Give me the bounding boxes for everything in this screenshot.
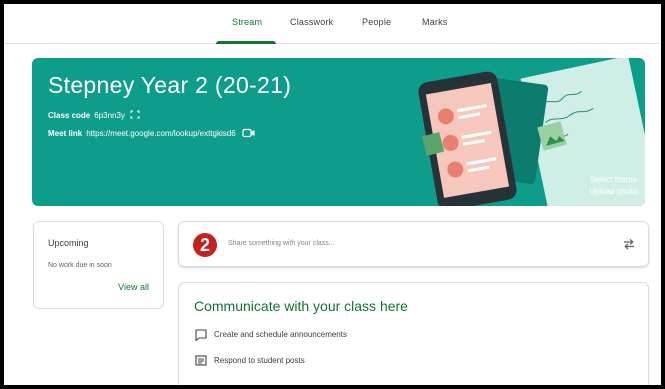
fullscreen-icon[interactable] bbox=[130, 110, 140, 119]
tab-people[interactable]: People bbox=[362, 17, 391, 27]
share-input[interactable]: Share something with your class... bbox=[228, 240, 335, 247]
communicate-card: Communicate with your class here Create … bbox=[178, 282, 649, 385]
class-code-row: Class code 6p3nn3y bbox=[48, 110, 140, 120]
tab-bar: Stream Classwork People Marks bbox=[4, 4, 661, 44]
classroom-page: Stream Classwork People Marks Stepney Ye… bbox=[4, 4, 661, 385]
tab-stream[interactable]: Stream bbox=[232, 17, 262, 27]
upload-photo-link[interactable]: Upload photo bbox=[589, 187, 637, 196]
avatar: 2 bbox=[193, 233, 217, 257]
upcoming-title: Upcoming bbox=[48, 238, 89, 248]
communicate-title: Communicate with your class here bbox=[194, 298, 408, 314]
upcoming-card: Upcoming No work due in soon View all bbox=[33, 221, 164, 309]
video-camera-icon[interactable] bbox=[242, 128, 256, 138]
class-code-value: 6p3nn3y bbox=[94, 111, 125, 120]
communicate-item-label: Create and schedule announcements bbox=[214, 330, 347, 339]
comment-icon bbox=[195, 355, 207, 366]
tab-marks[interactable]: Marks bbox=[422, 17, 448, 27]
meet-link-row: Meet link https://meet.google.com/lookup/… bbox=[48, 128, 256, 138]
class-title: Stepney Year 2 (20-21) bbox=[48, 72, 292, 98]
communicate-item-label: Respond to student posts bbox=[214, 356, 305, 365]
select-theme-link[interactable]: Select theme bbox=[590, 175, 637, 184]
repost-icon[interactable] bbox=[622, 237, 636, 251]
share-box[interactable]: 2 Share something with your class... bbox=[178, 221, 649, 267]
announcement-icon bbox=[195, 329, 207, 342]
class-code-label: Class code bbox=[48, 111, 91, 120]
view-all-link[interactable]: View all bbox=[118, 282, 149, 292]
meet-link-label: Meet link bbox=[48, 129, 83, 138]
meet-link-url[interactable]: https://meet.google.com/lookup/exttgkisd… bbox=[86, 129, 235, 138]
active-tab-indicator bbox=[216, 41, 276, 44]
class-banner: Stepney Year 2 (20-21) Class code 6p3nn3y… bbox=[32, 58, 645, 206]
tab-classwork[interactable]: Classwork bbox=[290, 17, 333, 27]
upcoming-empty-text: No work due in soon bbox=[48, 262, 112, 269]
